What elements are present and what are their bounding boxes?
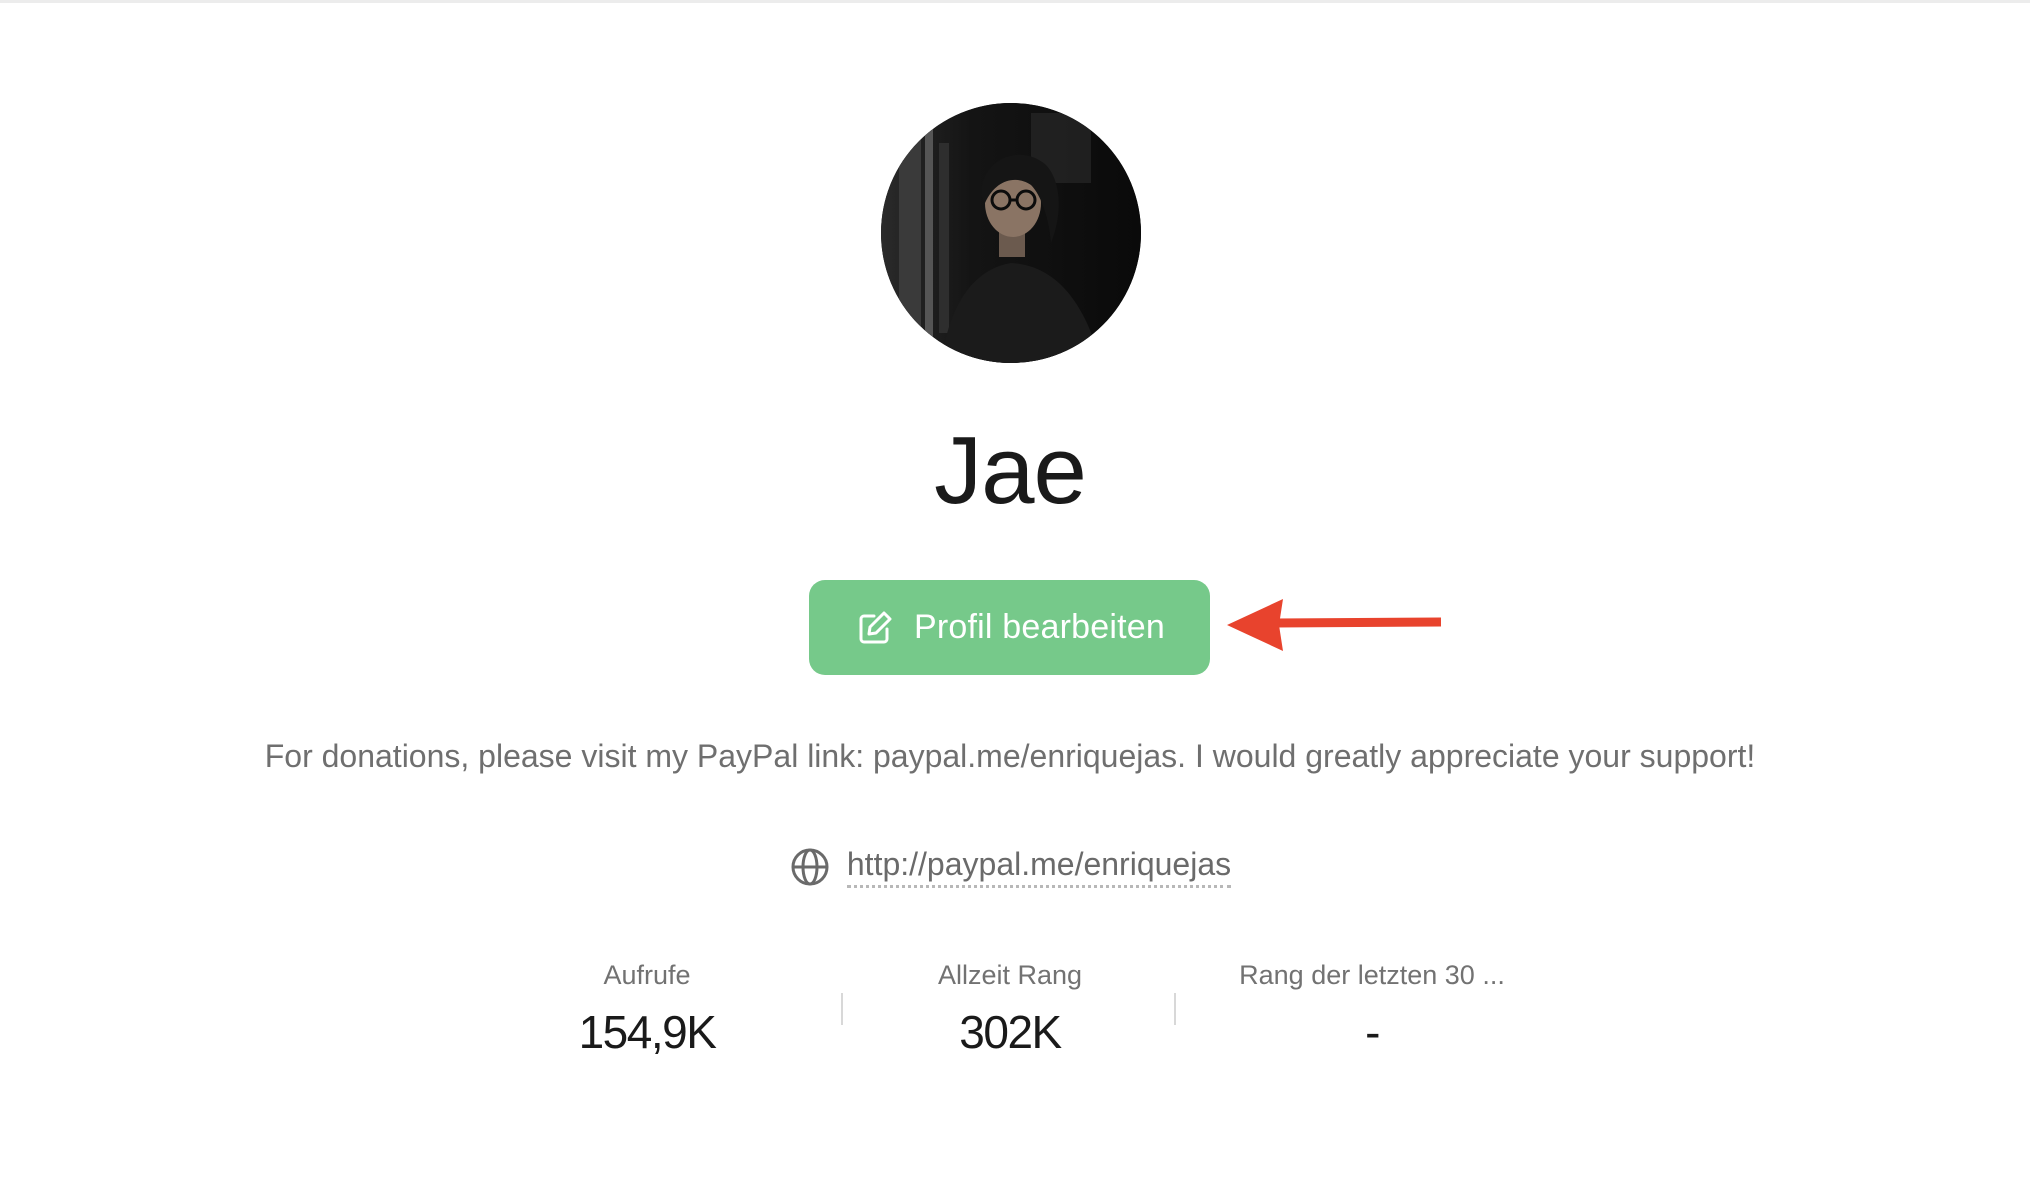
avatar-photo bbox=[881, 103, 1141, 363]
annotation-arrow-icon bbox=[1227, 599, 1442, 651]
avatar bbox=[881, 103, 1141, 363]
stat-30day-rank: Rang der letzten 30 ... - bbox=[1202, 960, 1542, 1059]
edit-icon bbox=[854, 607, 896, 649]
stat-label: Allzeit Rang bbox=[937, 960, 1083, 990]
profile-stats: Aufrufe 154,9K Allzeit Rang 302K Rang de… bbox=[0, 960, 2030, 1070]
stat-views: Aufrufe 154,9K bbox=[477, 960, 817, 1059]
stat-label: Rang der letzten 30 ... bbox=[1239, 960, 1505, 990]
profile-page: Jae Profil bearbeiten For donations, ple… bbox=[0, 0, 2030, 1198]
website-row: http://paypal.me/enriquejas bbox=[0, 846, 2020, 888]
profile-name: Jae bbox=[934, 417, 1087, 524]
profile-bio: For donations, please visit my PayPal li… bbox=[264, 738, 1756, 774]
edit-profile-button[interactable]: Profil bearbeiten bbox=[809, 580, 1210, 675]
globe-icon bbox=[789, 846, 831, 888]
top-border bbox=[0, 0, 2030, 3]
stat-value: - bbox=[1365, 1006, 1380, 1058]
stat-divider bbox=[1174, 993, 1176, 1025]
stat-label: Aufrufe bbox=[603, 960, 691, 990]
website-link[interactable]: http://paypal.me/enriquejas bbox=[846, 846, 1232, 888]
stat-value: 154,9K bbox=[578, 1006, 717, 1058]
edit-profile-label: Profil bearbeiten bbox=[914, 608, 1165, 646]
stat-value: 302K bbox=[959, 1006, 1062, 1058]
stat-alltime-rank: Allzeit Rang 302K bbox=[840, 960, 1180, 1059]
